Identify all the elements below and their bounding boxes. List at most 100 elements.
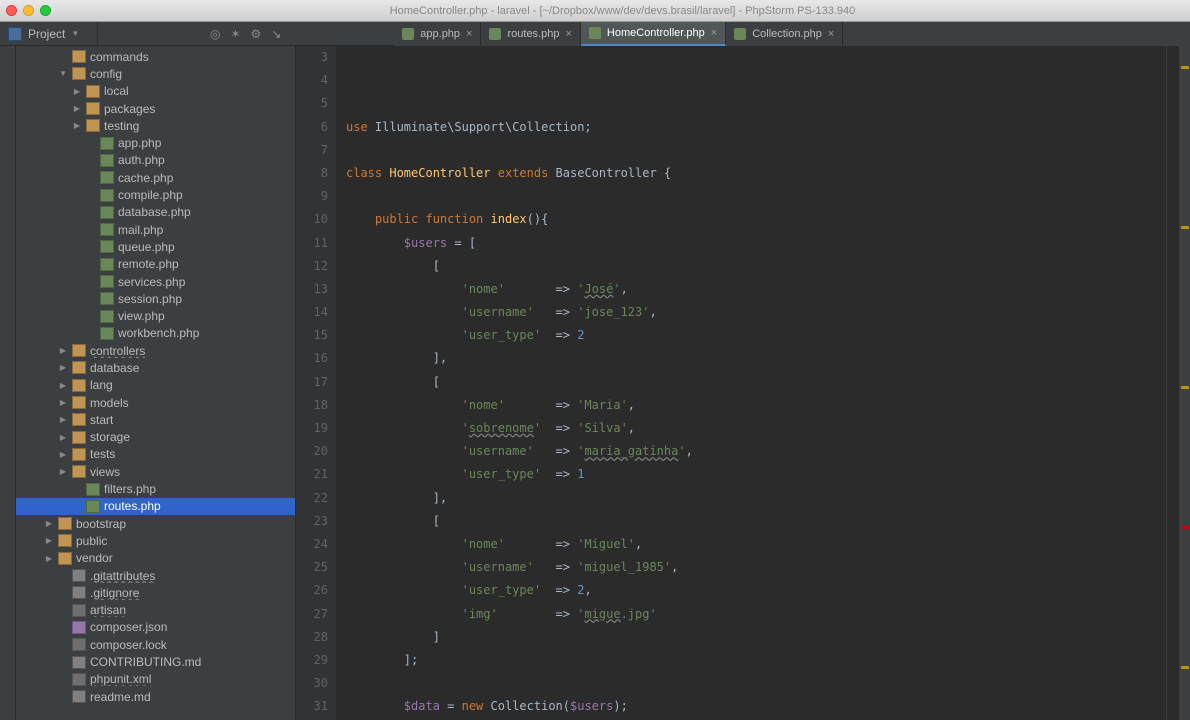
- tree-node[interactable]: testing: [16, 117, 295, 134]
- tree-node[interactable]: view.php: [16, 307, 295, 324]
- close-tab-icon[interactable]: ×: [711, 27, 717, 39]
- tree-node[interactable]: tests: [16, 446, 295, 463]
- inspection-marker[interactable]: [1181, 66, 1189, 69]
- tree-expand-icon[interactable]: [44, 554, 54, 563]
- tree-node[interactable]: views: [16, 463, 295, 480]
- code-line[interactable]: [346, 672, 1178, 695]
- target-icon[interactable]: ◎: [210, 27, 220, 41]
- tree-expand-icon[interactable]: [72, 87, 82, 96]
- tree-node[interactable]: readme.md: [16, 688, 295, 705]
- tree-expand-icon[interactable]: [58, 69, 68, 78]
- close-tab-icon[interactable]: ×: [565, 28, 571, 40]
- code-line[interactable]: [: [346, 371, 1178, 394]
- tree-node[interactable]: services.php: [16, 273, 295, 290]
- tree-node[interactable]: composer.json: [16, 619, 295, 636]
- code-line[interactable]: 'user_type' => 2: [346, 324, 1178, 347]
- code-line[interactable]: use Illuminate\Support\Collection;: [346, 116, 1178, 139]
- tree-expand-icon[interactable]: [58, 363, 68, 372]
- code-line[interactable]: 'nome' => 'Miguel',: [346, 533, 1178, 556]
- project-tree[interactable]: commandsconfiglocalpackagestestingapp.ph…: [16, 46, 296, 720]
- code-line[interactable]: 'username' => 'miguel_1985',: [346, 556, 1178, 579]
- code-line[interactable]: ]: [346, 626, 1178, 649]
- collapse-icon[interactable]: ✶: [230, 27, 240, 41]
- code-line[interactable]: [346, 139, 1178, 162]
- tree-expand-icon[interactable]: [58, 398, 68, 407]
- code-line[interactable]: ];: [346, 649, 1178, 672]
- tree-node[interactable]: storage: [16, 429, 295, 446]
- code-line[interactable]: 'img' => 'migue.jpg': [346, 603, 1178, 626]
- code-line[interactable]: 'user_type' => 1: [346, 463, 1178, 486]
- tree-node[interactable]: config: [16, 65, 295, 82]
- code-line[interactable]: 'username' => 'maria_gatinha',: [346, 440, 1178, 463]
- tree-node[interactable]: vendor: [16, 550, 295, 567]
- code-line[interactable]: [: [346, 510, 1178, 533]
- tree-expand-icon[interactable]: [58, 467, 68, 476]
- code-line[interactable]: 'nome' => 'Maria',: [346, 394, 1178, 417]
- code-line[interactable]: 'nome' => 'José',: [346, 278, 1178, 301]
- code-line[interactable]: 'user_type' => 2,: [346, 579, 1178, 602]
- tree-node[interactable]: local: [16, 83, 295, 100]
- tree-node[interactable]: commands: [16, 48, 295, 65]
- tree-node[interactable]: routes.php: [16, 498, 295, 515]
- tree-node[interactable]: filters.php: [16, 480, 295, 497]
- tree-node[interactable]: .gitignore: [16, 584, 295, 601]
- tree-node[interactable]: session.php: [16, 290, 295, 307]
- tree-expand-icon[interactable]: [58, 450, 68, 459]
- code-line[interactable]: [346, 185, 1178, 208]
- minimize-window-button[interactable]: [23, 5, 34, 16]
- editor-tab[interactable]: Collection.php ×: [726, 22, 843, 46]
- editor-tab[interactable]: routes.php ×: [481, 22, 580, 46]
- code-line[interactable]: 'username' => 'jose_123',: [346, 301, 1178, 324]
- code-line[interactable]: ],: [346, 487, 1178, 510]
- code-line[interactable]: $users = [: [346, 232, 1178, 255]
- close-tab-icon[interactable]: ×: [466, 28, 472, 40]
- close-tab-icon[interactable]: ×: [828, 28, 834, 40]
- tree-node[interactable]: packages: [16, 100, 295, 117]
- tree-node[interactable]: artisan: [16, 602, 295, 619]
- settings-icon[interactable]: ⚙: [251, 27, 262, 41]
- tree-node[interactable]: mail.php: [16, 221, 295, 238]
- tree-node[interactable]: CONTRIBUTING.md: [16, 653, 295, 670]
- tree-node[interactable]: database.php: [16, 204, 295, 221]
- tree-expand-icon[interactable]: [72, 104, 82, 113]
- tree-node[interactable]: compile.php: [16, 186, 295, 203]
- hide-icon[interactable]: ↘: [271, 27, 281, 41]
- tree-expand-icon[interactable]: [58, 415, 68, 424]
- editor-scrollbar[interactable]: [1178, 46, 1190, 720]
- inspection-marker[interactable]: [1181, 386, 1189, 389]
- inspection-marker[interactable]: [1181, 526, 1189, 529]
- code-area[interactable]: use Illuminate\Support\Collection; class…: [336, 46, 1178, 720]
- tree-node[interactable]: workbench.php: [16, 325, 295, 342]
- close-window-button[interactable]: [6, 5, 17, 16]
- code-line[interactable]: public function index(){: [346, 208, 1178, 231]
- tree-node[interactable]: queue.php: [16, 238, 295, 255]
- tree-expand-icon[interactable]: [58, 381, 68, 390]
- inspection-marker[interactable]: [1181, 666, 1189, 669]
- tree-node[interactable]: database: [16, 359, 295, 376]
- tree-node[interactable]: start: [16, 411, 295, 428]
- code-line[interactable]: 'sobrenome' => 'Silva',: [346, 417, 1178, 440]
- tree-node[interactable]: auth.php: [16, 152, 295, 169]
- tree-node[interactable]: lang: [16, 377, 295, 394]
- tree-node[interactable]: controllers: [16, 342, 295, 359]
- tree-node[interactable]: app.php: [16, 134, 295, 151]
- tree-node[interactable]: bootstrap: [16, 515, 295, 532]
- tree-node[interactable]: models: [16, 394, 295, 411]
- tree-node[interactable]: public: [16, 532, 295, 549]
- project-tool-window-button[interactable]: Project ▼: [0, 22, 98, 45]
- tree-expand-icon[interactable]: [58, 346, 68, 355]
- code-line[interactable]: ],: [346, 347, 1178, 370]
- inspection-marker[interactable]: [1181, 226, 1189, 229]
- zoom-window-button[interactable]: [40, 5, 51, 16]
- editor[interactable]: 3456789101112131415161718192021222324252…: [296, 46, 1190, 720]
- tree-node[interactable]: phpunit.xml: [16, 671, 295, 688]
- editor-tab[interactable]: app.php ×: [394, 22, 481, 46]
- code-line[interactable]: class HomeController extends BaseControl…: [346, 162, 1178, 185]
- tree-expand-icon[interactable]: [44, 536, 54, 545]
- editor-tab[interactable]: HomeController.php ×: [581, 22, 726, 46]
- tree-expand-icon[interactable]: [44, 519, 54, 528]
- tree-expand-icon[interactable]: [58, 433, 68, 442]
- tree-node[interactable]: composer.lock: [16, 636, 295, 653]
- tree-expand-icon[interactable]: [72, 121, 82, 130]
- code-line[interactable]: [: [346, 255, 1178, 278]
